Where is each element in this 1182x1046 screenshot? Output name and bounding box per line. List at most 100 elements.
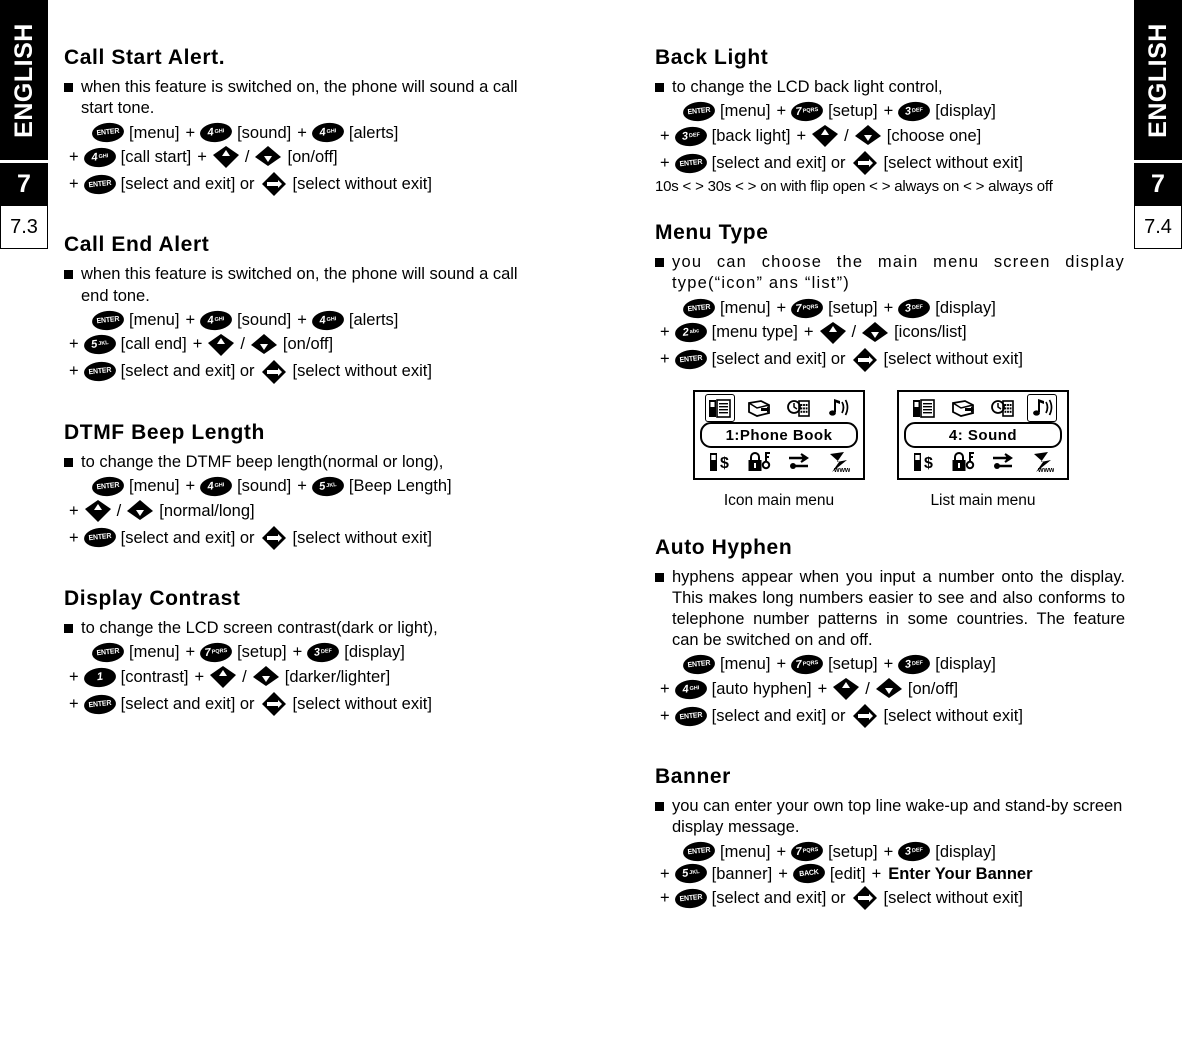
key-3-icon: 3 DEF	[897, 100, 932, 123]
section-heading: Call End Alert	[64, 233, 210, 257]
key-function-label: [sound]	[237, 310, 292, 329]
settings-icon	[787, 451, 811, 473]
lcd-selected-menu-label: 4: Sound	[904, 422, 1062, 448]
key-7-icon: 7 PQRS	[199, 641, 233, 664]
key-function-label: [call end]	[120, 335, 187, 354]
key-function-label: [auto hyphen]	[711, 679, 812, 698]
sequence-separator: +	[185, 310, 196, 329]
key-function-label: [display]	[935, 842, 996, 861]
key-function-label: [alerts]	[348, 310, 399, 329]
key-function-label: [setup]	[828, 842, 878, 861]
sequence-separator: /	[865, 679, 870, 698]
enter-key-icon-label: ENTER	[678, 354, 703, 365]
key-function-label: [back light]	[711, 126, 791, 145]
language-label-right: ENGLISH	[1143, 22, 1172, 138]
section-description-text: when this feature is switched on, the ph…	[81, 265, 518, 305]
sequence-separator: +	[776, 102, 787, 121]
section-number-left: 7.3	[0, 206, 48, 249]
section-description: you can choose the main menu screen disp…	[655, 252, 1125, 294]
back-key-icon-label: BACK	[798, 869, 819, 879]
music-note-icon	[1027, 394, 1058, 423]
phone-dollar-icon: $	[708, 451, 732, 473]
language-tab-left: ENGLISH	[0, 0, 48, 160]
sequence-separator: +	[69, 148, 79, 167]
key-function-label: [menu]	[720, 102, 771, 121]
banner-entry-prompt: Enter Your Banner	[888, 864, 1033, 883]
key-function-label: [choose one]	[886, 126, 982, 145]
nav-down-key-icon	[126, 499, 154, 523]
key-function-label: [normal/long]	[159, 501, 255, 520]
key-function-label: [contrast]	[120, 667, 189, 686]
bullet-square-icon	[64, 83, 73, 93]
key-4-icon: 4 GHI	[199, 121, 233, 144]
bullet-square-icon	[64, 270, 73, 280]
section-heading: Display Contrast	[64, 586, 241, 610]
music-note-icon	[826, 397, 850, 419]
nav-down-key-icon	[861, 321, 889, 345]
key-5-icon-number: 5	[318, 480, 326, 493]
key-sequence-line: + ENTER [select and exit] or [select withou…	[655, 347, 1125, 372]
key-sequence-line: +5 JKL [banner] + BACK [edit] + Enter Your Bann…	[655, 862, 1125, 885]
key-4-icon: 4 GHI	[82, 146, 117, 169]
key-function-label: [on/off]	[282, 335, 334, 354]
sequence-separator: +	[292, 643, 303, 662]
key-sequence-line: +5 JKL [call end] + / [on/off]	[64, 333, 544, 357]
key-5-icon: 5 JKL	[673, 862, 708, 885]
key-sequence-line: +4 GHI [auto hyphen] + / [on/off]	[655, 677, 1125, 701]
svg-text:www.: www.	[833, 467, 850, 473]
enter-key-icon-label: ENTER	[678, 893, 703, 904]
nav-leftright-key-icon	[851, 347, 879, 372]
key-3-icon-letters: DEF	[320, 647, 333, 655]
bullet-square-icon	[64, 457, 73, 467]
nav-leftright-key-icon	[260, 359, 288, 384]
sequence-separator: +	[778, 864, 788, 883]
enter-key-icon: ENTER	[673, 704, 708, 728]
key-function-label: [select without exit]	[292, 362, 432, 381]
key-sequence-line: ENTER [menu] +7 PQRS [setup] +3 DEF [display]	[655, 653, 1125, 676]
key-sequence-line: + ENTER [select and exit] or [select withou…	[655, 704, 1125, 729]
key-function-label: [on/off]	[287, 148, 338, 167]
enter-key-icon: ENTER	[82, 360, 117, 383]
sequence-separator: +	[69, 335, 79, 354]
key-sequence-line: + ENTER [select and exit] or [select withou…	[64, 172, 544, 197]
sequence-separator: +	[297, 123, 307, 142]
section-description-text: to change the DTMF beep length(normal or…	[81, 452, 444, 471]
sequence-separator: +	[69, 667, 79, 686]
key-5-icon: 5 JKL	[82, 333, 117, 356]
sequence-separator: +	[660, 350, 670, 369]
section-description: to change the LCD screen contrast(dark o…	[64, 618, 544, 639]
key-sequence-line: + ENTER [select and exit] or [select withou…	[64, 359, 544, 384]
key-7-icon-letters: PQRS	[211, 647, 228, 656]
key-4-icon-letters: GHI	[326, 128, 337, 136]
key-3-icon: 3 DEF	[897, 653, 932, 676]
key-5-icon-number: 5	[90, 338, 98, 352]
key-sequence-line: + ENTER [select and exit] or [select withou…	[64, 692, 544, 717]
nav-up-key-icon	[212, 145, 240, 169]
figure-list-main-menu: 4: Sound $ www. List main menu	[897, 389, 1069, 510]
sidebar-right: ENGLISH 7 7.4	[1134, 0, 1182, 249]
key-sequence-list: ENTER [menu] +4 GHI [sound] +5 JKL [Beep Length…	[64, 475, 544, 550]
sequence-separator: +	[660, 323, 670, 342]
section-description-text: when this feature is switched on, the ph…	[81, 78, 518, 118]
sequence-separator: +	[69, 528, 79, 547]
nav-leftright-key-icon	[851, 151, 879, 176]
key-sequence-line: + ENTER [select and exit] or [select withou…	[655, 151, 1125, 176]
key-sequence-list: ENTER [menu] +7 PQRS [setup] +3 DEF [display] +3…	[655, 100, 1125, 176]
key-function-label: [menu]	[129, 123, 180, 142]
key-4-icon-number: 4	[318, 126, 327, 140]
key-2-icon-letters: abc	[689, 327, 700, 335]
enter-key-icon: ENTER	[82, 526, 117, 549]
key-sequence-line: +2 abc [menu type] + / [icons/list]	[655, 321, 1125, 345]
key-function-label: [select and exit] or	[120, 175, 255, 194]
back-light-options-note: 10s < > 30s < > on with flip open < > al…	[655, 178, 1053, 196]
enter-key-icon-label: ENTER	[96, 481, 120, 492]
key-sequence-list: ENTER [menu] +7 PQRS [setup] +3 DEF [display] +4…	[655, 653, 1125, 729]
key-2-icon: 2 abc	[673, 321, 708, 344]
sequence-separator: +	[194, 667, 205, 686]
sequence-separator: /	[244, 148, 250, 167]
key-4-icon-number: 4	[90, 151, 98, 164]
section-call-start-alert: Call Start Alert. when this feature is sw…	[64, 46, 544, 197]
